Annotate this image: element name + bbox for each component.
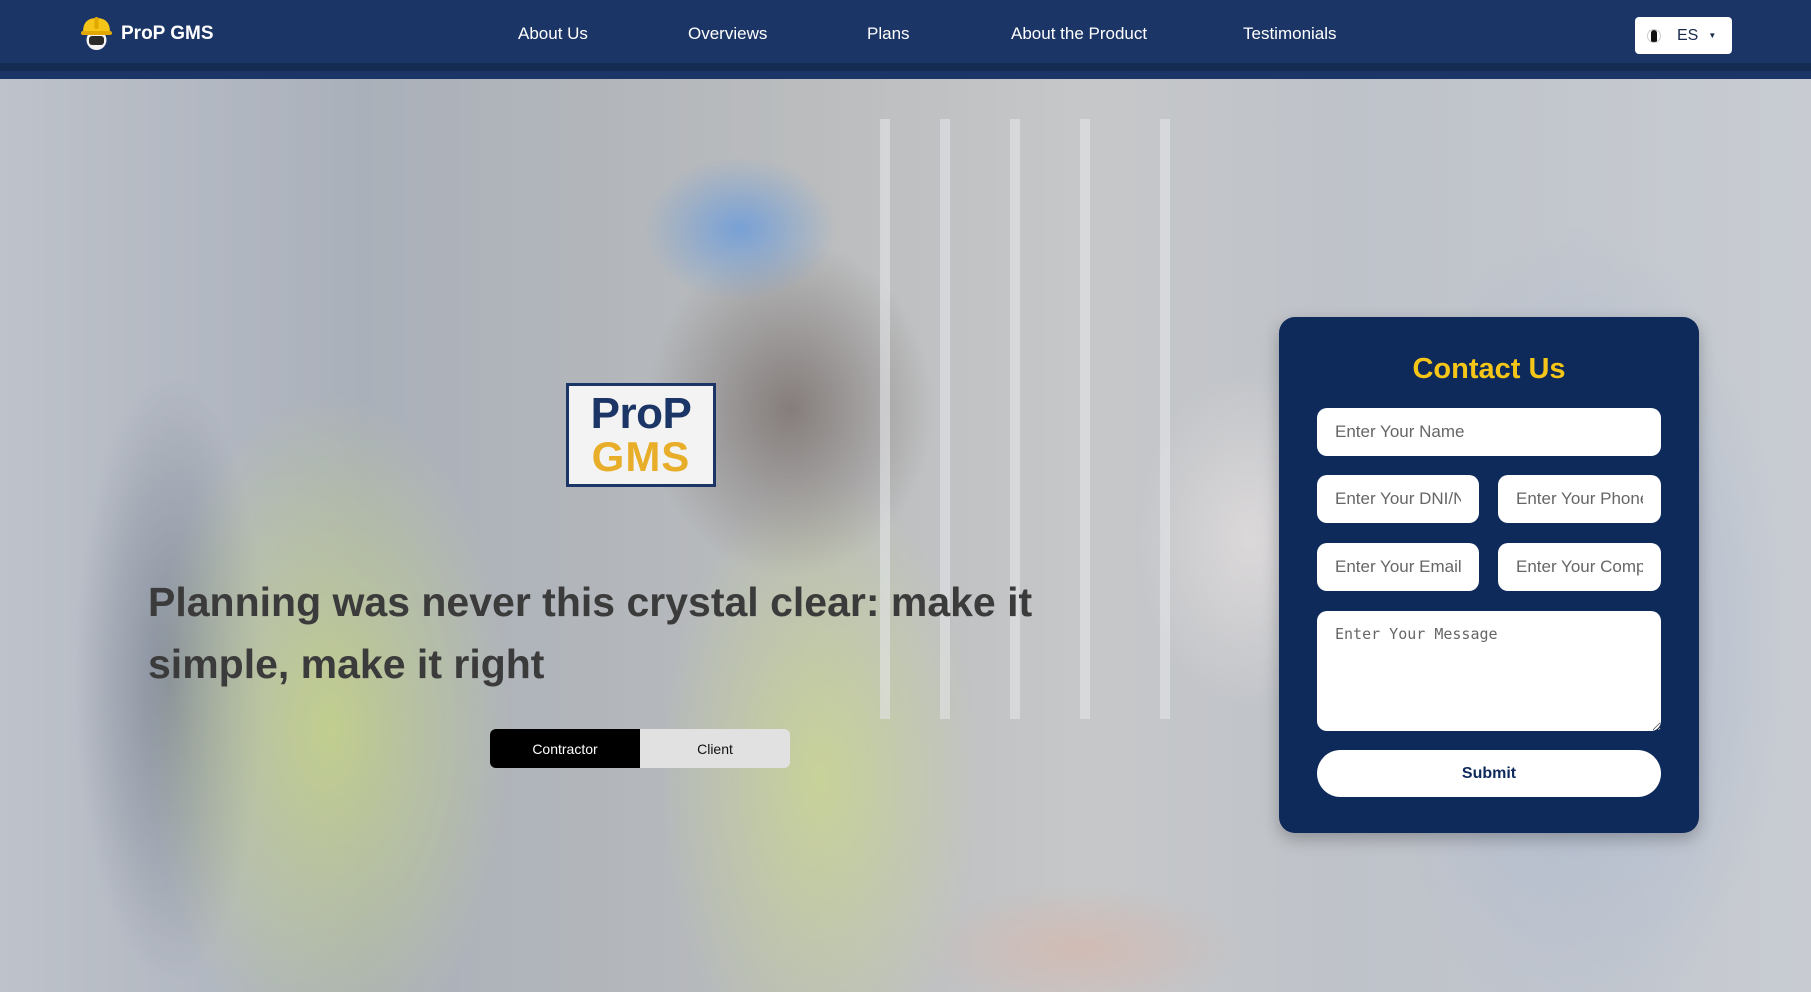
hero-headline: Planning was never this crystal clear: m…: [148, 579, 1033, 687]
hero-logo: ProP GMS: [566, 383, 716, 487]
brand-name: ProP GMS: [121, 23, 214, 44]
hero-logo-line2: GMS: [591, 433, 691, 480]
submit-button[interactable]: Submit: [1317, 750, 1661, 797]
role-toggle: Contractor Client: [490, 729, 790, 768]
nav-link-plans[interactable]: Plans: [867, 24, 910, 44]
nav-link-overviews[interactable]: Overviews: [688, 24, 767, 44]
language-select[interactable]: ES ▼: [1635, 17, 1732, 54]
phone-input[interactable]: [1498, 475, 1661, 523]
nav-link-about-us[interactable]: About Us: [518, 24, 588, 44]
dni-input[interactable]: [1317, 475, 1479, 523]
hero-section: ProP GMS Planning was never this crystal…: [0, 79, 1811, 992]
company-input[interactable]: [1498, 543, 1661, 591]
client-toggle-button[interactable]: Client: [640, 729, 790, 768]
contact-form: Contact Us Submit: [1279, 317, 1699, 833]
hero-logo-line1: ProP: [590, 389, 692, 438]
name-input[interactable]: [1317, 408, 1661, 456]
hard-hat-worker-icon: [80, 15, 113, 53]
nav-link-testimonials[interactable]: Testimonials: [1243, 24, 1337, 44]
language-code: ES: [1677, 26, 1699, 44]
caret-down-icon: ▼: [1708, 31, 1717, 40]
contractor-toggle-button[interactable]: Contractor: [490, 729, 640, 768]
contact-title: Contact Us: [1412, 353, 1566, 385]
email-input[interactable]: [1317, 543, 1479, 591]
flag-icon: [1647, 28, 1661, 43]
navbar: ProP GMS About Us Overviews Plans About …: [0, 0, 1811, 71]
nav-link-about-product[interactable]: About the Product: [1011, 24, 1147, 44]
brand[interactable]: ProP GMS: [80, 14, 214, 54]
message-textarea[interactable]: [1317, 611, 1661, 731]
